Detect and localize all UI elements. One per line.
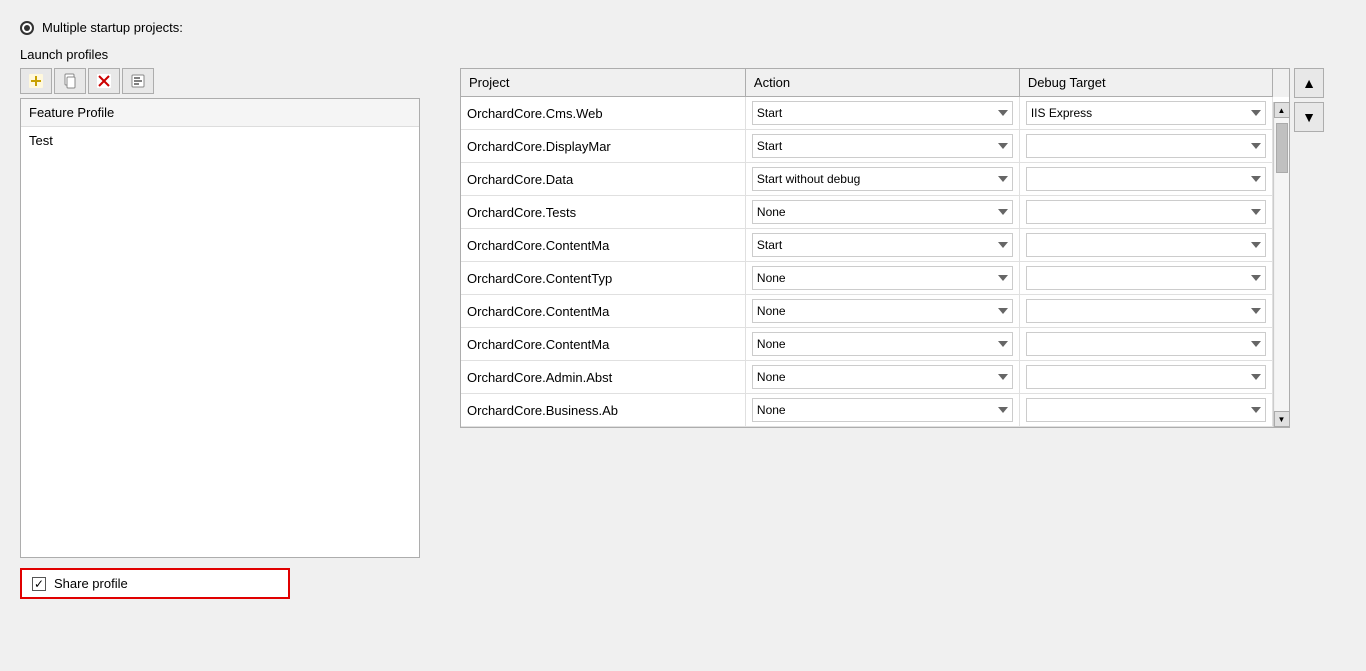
left-panel: Feature Profile Test ✓ Share profile: [20, 68, 450, 599]
scroll-bar-body: [1275, 118, 1289, 411]
action-select[interactable]: NoneStartStart without debugStart (remot…: [752, 233, 1013, 257]
grid-table: Project Action Debug Target OrchardCore.…: [461, 69, 1289, 427]
col-header-debug: Debug Target: [1019, 69, 1272, 97]
debug-target-select[interactable]: IIS ExpressProject: [1026, 299, 1266, 323]
debug-target-cell[interactable]: IIS ExpressProject: [1019, 328, 1272, 361]
project-cell: OrchardCore.Business.Ab: [461, 394, 745, 427]
action-cell[interactable]: NoneStartStart without debugStart (remot…: [745, 394, 1019, 427]
action-select[interactable]: NoneStartStart without debugStart (remot…: [752, 134, 1013, 158]
action-cell[interactable]: NoneStartStart without debugStart (remot…: [745, 262, 1019, 295]
action-cell[interactable]: NoneStartStart without debugStart (remot…: [745, 196, 1019, 229]
table-row: OrchardCore.DisplayMar NoneStartStart wit…: [461, 130, 1289, 163]
debug-target-select[interactable]: IIS ExpressProject: [1026, 101, 1266, 125]
scroll-down-arrow[interactable]: ▼: [1274, 411, 1290, 427]
col-header-action: Action: [745, 69, 1019, 97]
debug-target-cell[interactable]: IIS ExpressProject: [1019, 163, 1272, 196]
project-cell: OrchardCore.Data: [461, 163, 745, 196]
action-cell[interactable]: NoneStartStart without debugStart (remot…: [745, 97, 1019, 130]
table-row: OrchardCore.Business.Ab NoneStartStart wi…: [461, 394, 1289, 427]
scroll-up-arrow[interactable]: ▲: [1274, 102, 1290, 118]
move-down-button[interactable]: ▼: [1294, 102, 1324, 132]
debug-target-cell[interactable]: IIS ExpressProject: [1019, 361, 1272, 394]
launch-profiles-label: Launch profiles: [20, 47, 1346, 62]
add-profile-button[interactable]: [20, 68, 52, 94]
action-select[interactable]: NoneStartStart without debugStart (remot…: [752, 266, 1013, 290]
debug-target-select[interactable]: IIS ExpressProject: [1026, 332, 1266, 356]
profiles-header: Feature Profile: [21, 99, 419, 127]
scrollbar-col-header: [1272, 69, 1289, 97]
rename-profile-button[interactable]: [122, 68, 154, 94]
table-row: OrchardCore.ContentMa NoneStartStart with…: [461, 295, 1289, 328]
debug-target-cell[interactable]: IIS ExpressProject: [1019, 295, 1272, 328]
row-move-buttons: ▲ ▼: [1294, 68, 1324, 132]
project-cell: OrchardCore.Admin.Abst: [461, 361, 745, 394]
debug-target-cell[interactable]: IIS ExpressProject: [1019, 97, 1272, 130]
table-row: OrchardCore.Cms.Web NoneStartStart withou…: [461, 97, 1289, 130]
project-cell: OrchardCore.ContentMa: [461, 295, 745, 328]
table-row: OrchardCore.Data NoneStartStart without d…: [461, 163, 1289, 196]
action-select[interactable]: NoneStartStart without debugStart (remot…: [752, 200, 1013, 224]
debug-target-select[interactable]: IIS ExpressProject: [1026, 200, 1266, 224]
grid-scrollbar[interactable]: ▲ ▼: [1273, 102, 1289, 427]
debug-target-cell[interactable]: IIS ExpressProject: [1019, 196, 1272, 229]
projects-grid: Project Action Debug Target OrchardCore.…: [460, 68, 1290, 428]
col-header-project: Project: [461, 69, 745, 97]
move-up-button[interactable]: ▲: [1294, 68, 1324, 98]
profile-item-test[interactable]: Test: [21, 127, 419, 154]
table-row: OrchardCore.Tests NoneStartStart without …: [461, 196, 1289, 229]
debug-target-cell[interactable]: IIS ExpressProject: [1019, 394, 1272, 427]
debug-target-select[interactable]: IIS ExpressProject: [1026, 365, 1266, 389]
remove-profile-button[interactable]: [88, 68, 120, 94]
profile-toolbar: [20, 68, 450, 94]
project-cell: OrchardCore.ContentMa: [461, 328, 745, 361]
debug-target-cell[interactable]: IIS ExpressProject: [1019, 130, 1272, 163]
checkbox-check-icon: ✓: [34, 578, 44, 590]
action-cell[interactable]: NoneStartStart without debugStart (remot…: [745, 328, 1019, 361]
debug-target-select[interactable]: IIS ExpressProject: [1026, 233, 1266, 257]
action-select[interactable]: NoneStartStart without debugStart (remot…: [752, 101, 1013, 125]
debug-target-select[interactable]: IIS ExpressProject: [1026, 134, 1266, 158]
arrow-down-icon: ▼: [1302, 109, 1316, 125]
debug-target-select[interactable]: IIS ExpressProject: [1026, 398, 1266, 422]
project-cell: OrchardCore.Cms.Web: [461, 97, 745, 130]
debug-target-cell[interactable]: IIS ExpressProject: [1019, 262, 1272, 295]
action-select[interactable]: NoneStartStart without debugStart (remot…: [752, 365, 1013, 389]
scroll-bar-thumb[interactable]: [1276, 123, 1288, 173]
share-profile-area: ✓ Share profile: [20, 568, 290, 599]
action-select[interactable]: NoneStartStart without debugStart (remot…: [752, 299, 1013, 323]
startup-option-label: Multiple startup projects:: [42, 20, 183, 35]
action-cell[interactable]: NoneStartStart without debugStart (remot…: [745, 361, 1019, 394]
project-cell: OrchardCore.DisplayMar: [461, 130, 745, 163]
profiles-list: Feature Profile Test: [20, 98, 420, 558]
project-cell: OrchardCore.ContentTyp: [461, 262, 745, 295]
action-select[interactable]: NoneStartStart without debugStart (remot…: [752, 167, 1013, 191]
startup-option: Multiple startup projects:: [20, 20, 1346, 35]
action-cell[interactable]: NoneStartStart without debugStart (remot…: [745, 163, 1019, 196]
radio-button[interactable]: [20, 21, 34, 35]
project-cell: OrchardCore.ContentMa: [461, 229, 745, 262]
table-row: OrchardCore.ContentMa NoneStartStart with…: [461, 229, 1289, 262]
action-select[interactable]: NoneStartStart without debugStart (remot…: [752, 332, 1013, 356]
arrow-up-icon: ▲: [1302, 75, 1316, 91]
action-select[interactable]: NoneStartStart without debugStart (remot…: [752, 398, 1013, 422]
debug-target-select[interactable]: IIS ExpressProject: [1026, 266, 1266, 290]
share-profile-label: Share profile: [54, 576, 128, 591]
share-profile-checkbox[interactable]: ✓: [32, 577, 46, 591]
debug-target-select[interactable]: IIS ExpressProject: [1026, 167, 1266, 191]
action-cell[interactable]: NoneStartStart without debugStart (remot…: [745, 295, 1019, 328]
action-cell[interactable]: NoneStartStart without debugStart (remot…: [745, 130, 1019, 163]
copy-profile-button[interactable]: [54, 68, 86, 94]
table-row: OrchardCore.Admin.Abst NoneStartStart wit…: [461, 361, 1289, 394]
debug-target-cell[interactable]: IIS ExpressProject: [1019, 229, 1272, 262]
action-cell[interactable]: NoneStartStart without debugStart (remot…: [745, 229, 1019, 262]
table-row: OrchardCore.ContentTyp NoneStartStart wit…: [461, 262, 1289, 295]
table-row: OrchardCore.ContentMa NoneStartStart with…: [461, 328, 1289, 361]
right-panel: Project Action Debug Target OrchardCore.…: [460, 68, 1324, 428]
project-cell: OrchardCore.Tests: [461, 196, 745, 229]
